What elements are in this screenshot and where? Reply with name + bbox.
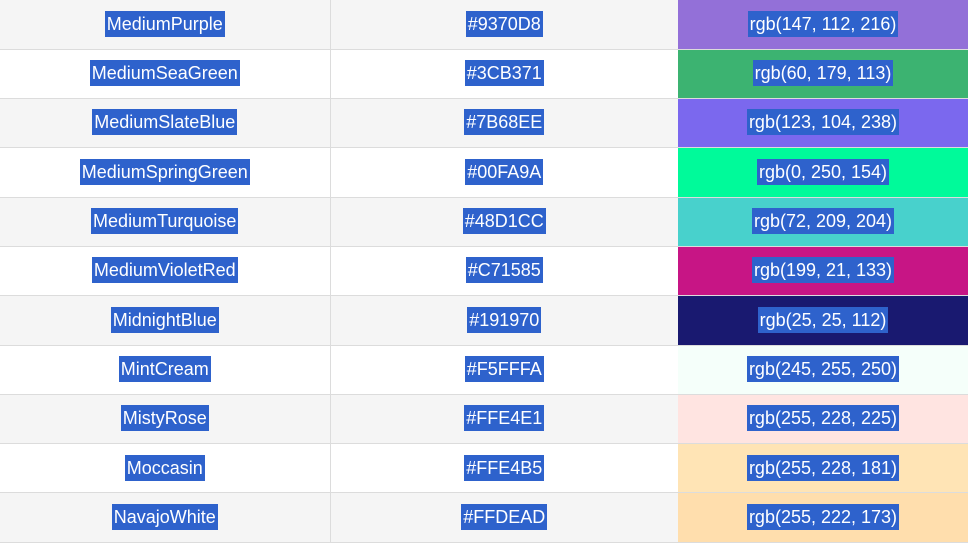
- rgb-value[interactable]: rgb(123, 104, 238): [746, 109, 900, 136]
- color-name-cell: MediumSpringGreen: [0, 147, 331, 198]
- hex-code-cell: #FFDEAD: [330, 492, 678, 543]
- color-name-cell: MistyRose: [0, 394, 331, 445]
- color-name-cell: Moccasin: [0, 443, 331, 494]
- rgb-swatch-cell: rgb(123, 104, 238): [678, 98, 968, 149]
- color-name-cell: MediumSlateBlue: [0, 98, 331, 149]
- color-name[interactable]: MintCream: [118, 355, 211, 382]
- hex-code[interactable]: #48D1CC: [462, 208, 546, 235]
- color-table: MediumPurple #9370D8 rgb(147, 112, 216) …: [0, 0, 968, 543]
- color-name[interactable]: MidnightBlue: [110, 306, 219, 333]
- rgb-swatch-cell: rgb(0, 250, 154): [678, 147, 968, 198]
- color-name-cell: MintCream: [0, 345, 331, 395]
- rgb-swatch-cell: rgb(25, 25, 112): [678, 295, 968, 346]
- hex-code-cell: #F5FFFA: [330, 345, 678, 395]
- hex-code-cell: #191970: [330, 295, 678, 346]
- hex-code[interactable]: #00FA9A: [465, 158, 544, 185]
- rgb-swatch-cell: rgb(60, 179, 113): [678, 49, 968, 100]
- hex-code[interactable]: #7B68EE: [464, 109, 545, 136]
- hex-code-cell: #9370D8: [330, 0, 678, 50]
- color-name[interactable]: MistyRose: [120, 405, 209, 432]
- hex-code-cell: #FFE4B5: [330, 443, 678, 494]
- table-row: MediumSlateBlue #7B68EE rgb(123, 104, 23…: [0, 98, 968, 149]
- rgb-value[interactable]: rgb(72, 209, 204): [751, 208, 895, 235]
- color-name[interactable]: MediumPurple: [104, 10, 225, 37]
- rgb-swatch-cell: rgb(255, 222, 173): [678, 492, 968, 543]
- color-table-body: MediumPurple #9370D8 rgb(147, 112, 216) …: [0, 0, 968, 543]
- table-row: MintCream #F5FFFA rgb(245, 255, 250): [0, 345, 968, 395]
- hex-code-cell: #FFE4E1: [330, 394, 678, 445]
- color-name[interactable]: Moccasin: [124, 454, 205, 481]
- rgb-swatch-cell: rgb(245, 255, 250): [678, 345, 968, 395]
- rgb-swatch-cell: rgb(72, 209, 204): [678, 197, 968, 247]
- color-name-cell: MediumTurquoise: [0, 197, 331, 247]
- rgb-value[interactable]: rgb(25, 25, 112): [757, 306, 889, 333]
- color-name-cell: MediumVioletRed: [0, 246, 331, 297]
- color-name[interactable]: MediumSeaGreen: [89, 60, 240, 87]
- hex-code[interactable]: #191970: [467, 306, 542, 333]
- rgb-value[interactable]: rgb(255, 228, 225): [746, 405, 900, 432]
- table-row: MidnightBlue #191970 rgb(25, 25, 112): [0, 295, 968, 346]
- table-row: MediumVioletRed #C71585 rgb(199, 21, 133…: [0, 246, 968, 297]
- rgb-value[interactable]: rgb(245, 255, 250): [746, 355, 900, 382]
- table-row: Moccasin #FFE4B5 rgb(255, 228, 181): [0, 443, 968, 494]
- hex-code[interactable]: #3CB371: [464, 60, 544, 87]
- table-row: MediumSeaGreen #3CB371 rgb(60, 179, 113): [0, 49, 968, 100]
- hex-code[interactable]: #FFDEAD: [461, 503, 548, 530]
- rgb-value[interactable]: rgb(60, 179, 113): [752, 60, 894, 87]
- hex-code[interactable]: #FFE4E1: [464, 405, 545, 432]
- color-name[interactable]: MediumTurquoise: [91, 208, 239, 235]
- hex-code-cell: #00FA9A: [330, 147, 678, 198]
- rgb-swatch-cell: rgb(147, 112, 216): [678, 0, 968, 50]
- rgb-value[interactable]: rgb(255, 228, 181): [746, 454, 900, 481]
- color-name-cell: MediumPurple: [0, 0, 331, 50]
- color-name[interactable]: MediumSpringGreen: [79, 158, 250, 185]
- rgb-value[interactable]: rgb(147, 112, 216): [747, 10, 899, 37]
- hex-code[interactable]: #F5FFFA: [464, 355, 544, 382]
- hex-code[interactable]: #C71585: [465, 257, 543, 284]
- table-row: MediumPurple #9370D8 rgb(147, 112, 216): [0, 0, 968, 50]
- color-name[interactable]: MediumVioletRed: [91, 257, 238, 284]
- hex-code-cell: #C71585: [330, 246, 678, 297]
- hex-code[interactable]: #FFE4B5: [464, 454, 545, 481]
- rgb-swatch-cell: rgb(255, 228, 225): [678, 394, 968, 445]
- rgb-value[interactable]: rgb(0, 250, 154): [756, 158, 890, 185]
- table-row: MediumTurquoise #48D1CC rgb(72, 209, 204…: [0, 197, 968, 247]
- table-row: MediumSpringGreen #00FA9A rgb(0, 250, 15…: [0, 147, 968, 198]
- rgb-value[interactable]: rgb(255, 222, 173): [746, 503, 900, 530]
- color-name-cell: NavajoWhite: [0, 492, 331, 543]
- hex-code-cell: #48D1CC: [330, 197, 678, 247]
- hex-code-cell: #3CB371: [330, 49, 678, 100]
- color-name[interactable]: MediumSlateBlue: [92, 109, 238, 136]
- table-row: MistyRose #FFE4E1 rgb(255, 228, 225): [0, 394, 968, 445]
- color-name[interactable]: NavajoWhite: [111, 503, 218, 530]
- hex-code[interactable]: #9370D8: [465, 10, 543, 37]
- table-row: NavajoWhite #FFDEAD rgb(255, 222, 173): [0, 492, 968, 543]
- hex-code-cell: #7B68EE: [330, 98, 678, 149]
- color-name-cell: MidnightBlue: [0, 295, 331, 346]
- rgb-swatch-cell: rgb(199, 21, 133): [678, 246, 968, 297]
- color-name-cell: MediumSeaGreen: [0, 49, 331, 100]
- rgb-swatch-cell: rgb(255, 228, 181): [678, 443, 968, 494]
- rgb-value[interactable]: rgb(199, 21, 133): [751, 257, 895, 284]
